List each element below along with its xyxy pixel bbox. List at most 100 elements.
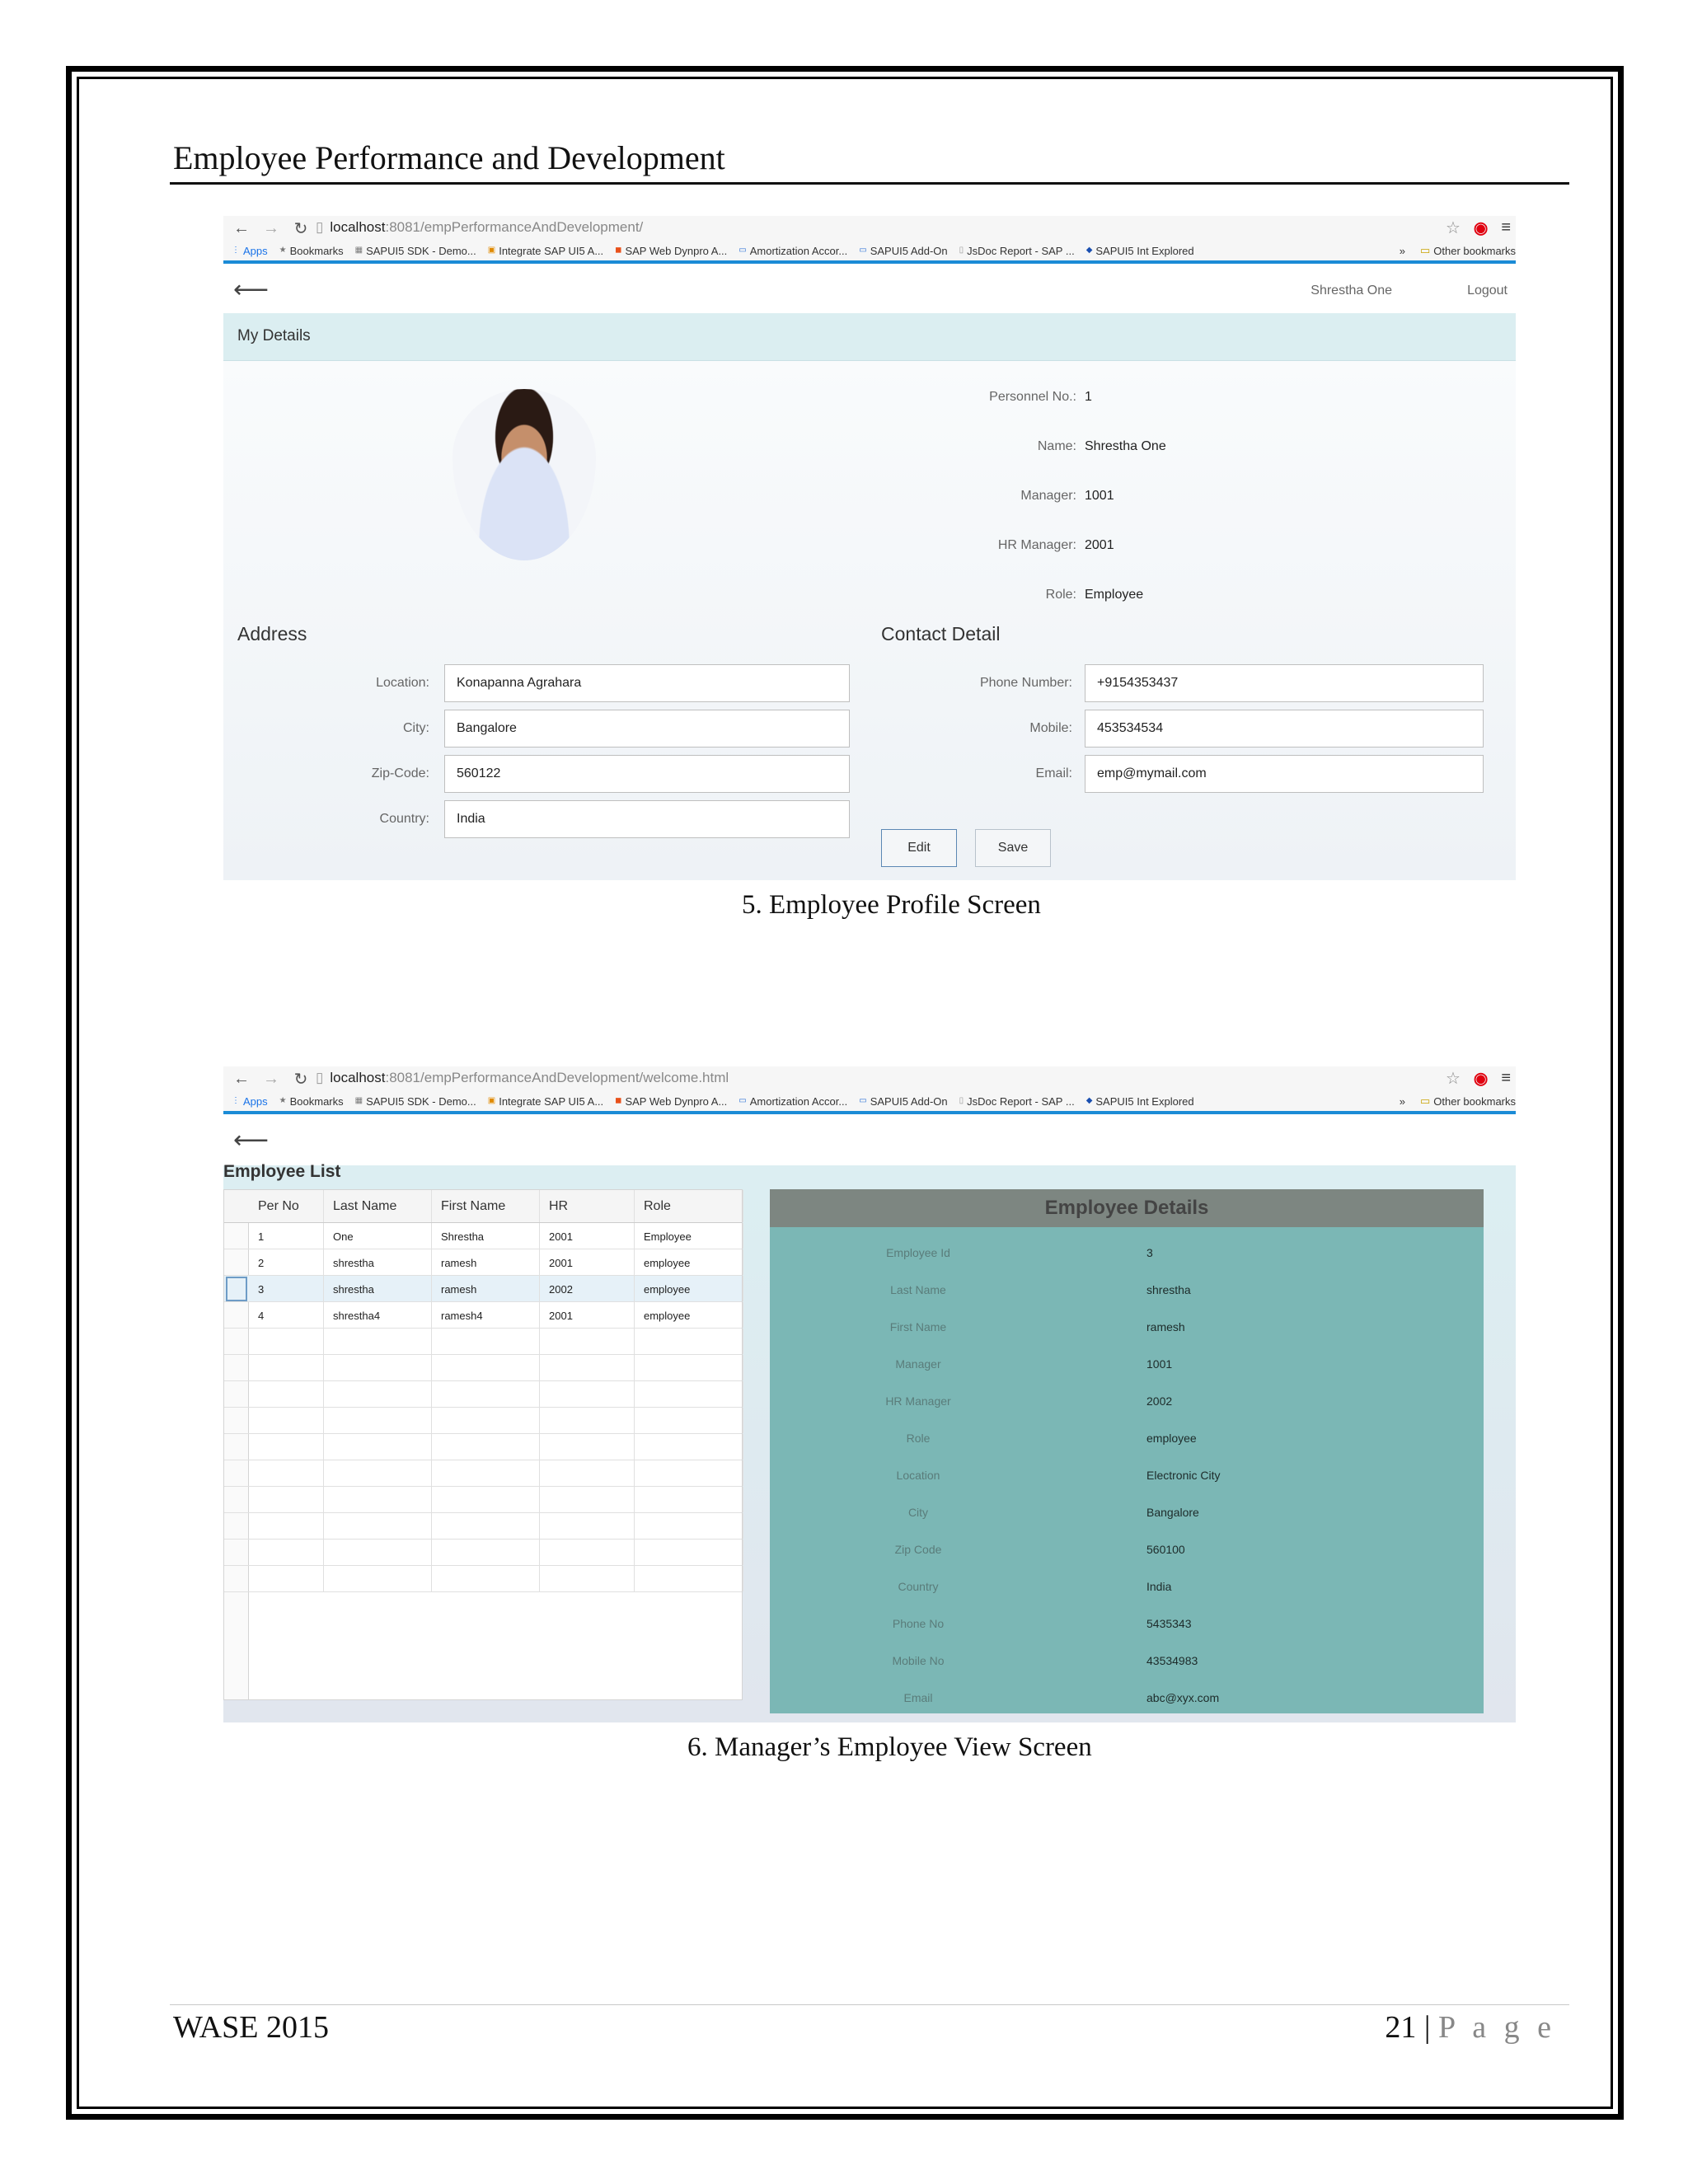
back-arrow-icon[interactable]: ← [230, 219, 253, 238]
bookmark-label: SAP Web Dynpro A... [625, 1094, 728, 1108]
bookmark-label: SAPUI5 Add-On [870, 244, 948, 257]
bookmark-item[interactable]: ▭ Amortization Accor... [738, 245, 847, 257]
address-field-input[interactable]: India [444, 800, 850, 838]
opera-icon[interactable]: ◉ [1474, 1068, 1488, 1089]
other-bookmarks[interactable]: » ▭ Other bookmarks [1392, 1091, 1516, 1111]
table-cell[interactable]: 4 [249, 1302, 324, 1328]
user-name[interactable]: Shrestha One [1311, 284, 1392, 298]
bookmark-item[interactable]: ⋮ Apps [232, 1095, 268, 1108]
bookmark-item[interactable]: ▭ SAPUI5 Add-On [859, 245, 947, 257]
more-bookmarks[interactable]: » [1400, 245, 1405, 257]
bookmark-item[interactable]: ★ Bookmarks [279, 1095, 344, 1108]
edit-button[interactable]: Edit [881, 829, 957, 867]
address-field-input[interactable]: Bangalore [444, 710, 850, 748]
opera-icon[interactable]: ◉ [1474, 218, 1488, 238]
column-header[interactable]: Per No [249, 1190, 324, 1222]
table-cell[interactable]: shrestha4 [324, 1302, 432, 1328]
detail-label: Role [906, 1432, 931, 1445]
table-cell[interactable]: ramesh4 [432, 1302, 540, 1328]
contact-field-input[interactable]: emp@mymail.com [1085, 755, 1484, 793]
table-row[interactable]: 3 shrestha ramesh 2002 employee [224, 1276, 743, 1302]
table-row-empty [224, 1329, 743, 1355]
table-row[interactable]: 4 shrestha4 ramesh4 2001 employee [224, 1302, 743, 1329]
table-cell [635, 1434, 743, 1460]
bookmark-item[interactable]: ⋮ Apps [232, 245, 268, 257]
address-field-input[interactable]: Konapanna Agrahara [444, 664, 850, 702]
forward-arrow-icon[interactable]: → [260, 219, 283, 238]
bookmark-star-icon[interactable]: ☆ [1446, 218, 1461, 238]
bookmark-item[interactable]: ◼ SAP Web Dynpro A... [615, 245, 727, 257]
save-button[interactable]: Save [975, 829, 1051, 867]
table-cell[interactable]: shrestha [324, 1276, 432, 1301]
profile-photo [452, 389, 596, 560]
address-bar[interactable]: ▯ localhost:8081/empPerformanceAndDevelo… [316, 217, 1453, 238]
table-cell [324, 1434, 432, 1460]
reload-icon[interactable]: ↻ [289, 218, 312, 239]
table-cell[interactable]: ramesh [432, 1276, 540, 1301]
table-cell [249, 1540, 324, 1565]
forward-arrow-icon[interactable]: → [260, 1070, 283, 1089]
detail-label: Zip Code [894, 1543, 942, 1556]
table-row-empty [224, 1513, 743, 1540]
bookmark-item[interactable]: ▯ JsDoc Report - SAP ... [959, 245, 1075, 257]
menu-icon[interactable]: ≡ [1501, 218, 1511, 237]
bookmark-item[interactable]: ▣ Integrate SAP UI5 A... [488, 245, 603, 257]
address-bar[interactable]: ▯ localhost:8081/empPerformanceAndDevelo… [316, 1067, 1453, 1089]
more-bookmarks[interactable]: » [1400, 1095, 1405, 1108]
table-cell[interactable]: Employee [635, 1223, 743, 1249]
column-header[interactable]: HR [540, 1190, 635, 1222]
table-cell[interactable]: ramesh [432, 1249, 540, 1275]
bookmark-star-icon[interactable]: ☆ [1446, 1068, 1461, 1089]
table-row[interactable]: 1 One Shrestha 2001 Employee [224, 1223, 743, 1249]
table-cell [432, 1513, 540, 1539]
table-cell[interactable]: Shrestha [432, 1223, 540, 1249]
table-cell[interactable]: employee [635, 1276, 743, 1301]
bookmark-item[interactable]: ▦ SAPUI5 SDK - Demo... [355, 1095, 476, 1108]
table-cell[interactable]: 2002 [540, 1276, 635, 1301]
column-header[interactable]: Role [635, 1190, 743, 1222]
address-field-input[interactable]: 560122 [444, 755, 850, 793]
other-bookmarks[interactable]: » ▭ Other bookmarks [1392, 241, 1516, 260]
logout-link[interactable]: Logout [1467, 284, 1507, 298]
bookmark-item[interactable]: ▭ Amortization Accor... [738, 1095, 847, 1108]
table-cell[interactable]: employee [635, 1249, 743, 1275]
contact-field-input[interactable]: 453534534 [1085, 710, 1484, 748]
bookmark-item[interactable]: ◆ SAPUI5 Int Explored [1086, 1095, 1194, 1108]
table-cell[interactable]: 2001 [540, 1249, 635, 1275]
table-row[interactable]: 2 shrestha ramesh 2001 employee [224, 1249, 743, 1276]
table-cell [324, 1566, 432, 1591]
app-back-arrow-icon[interactable]: ⟵ [233, 1126, 269, 1155]
table-cell[interactable]: 1 [249, 1223, 324, 1249]
contact-field-input[interactable]: +9154353437 [1085, 664, 1484, 702]
reload-icon[interactable]: ↻ [289, 1069, 312, 1090]
menu-icon[interactable]: ≡ [1501, 1069, 1511, 1088]
bookmark-item[interactable]: ▭ SAPUI5 Add-On [859, 1095, 947, 1108]
bookmark-item[interactable]: ▣ Integrate SAP UI5 A... [488, 1095, 603, 1108]
app-back-arrow-icon[interactable]: ⟵ [233, 275, 269, 304]
employee-list-title: Employee List [223, 1162, 341, 1181]
table-cell[interactable]: shrestha [324, 1249, 432, 1275]
table-cell[interactable]: One [324, 1223, 432, 1249]
bookmark-item[interactable]: ◼ SAP Web Dynpro A... [615, 1095, 727, 1108]
column-header[interactable]: First Name [432, 1190, 540, 1222]
column-header[interactable]: Last Name [324, 1190, 432, 1222]
folder-icon: ▭ [1420, 244, 1431, 256]
row-selection-indicator[interactable] [226, 1277, 247, 1301]
table-cell [540, 1566, 635, 1591]
bookmark-item[interactable]: ◆ SAPUI5 Int Explored [1086, 245, 1194, 257]
table-cell[interactable]: 2001 [540, 1302, 635, 1328]
bookmark-item[interactable]: ▯ JsDoc Report - SAP ... [959, 1095, 1075, 1108]
bookmark-icon: ▭ [859, 1096, 867, 1105]
bookmark-item[interactable]: ★ Bookmarks [279, 245, 344, 257]
table-cell[interactable]: 2001 [540, 1223, 635, 1249]
bookmark-icon: ◼ [615, 246, 622, 255]
table-cell[interactable]: 3 [249, 1276, 324, 1301]
table-cell[interactable]: employee [635, 1302, 743, 1328]
table-row-empty [224, 1355, 743, 1381]
detail-value: India [1146, 1580, 1172, 1593]
page-icon: ▯ [316, 219, 324, 235]
table-row-empty [224, 1460, 743, 1487]
table-cell[interactable]: 2 [249, 1249, 324, 1275]
back-arrow-icon[interactable]: ← [230, 1070, 253, 1089]
bookmark-item[interactable]: ▦ SAPUI5 SDK - Demo... [355, 245, 476, 257]
